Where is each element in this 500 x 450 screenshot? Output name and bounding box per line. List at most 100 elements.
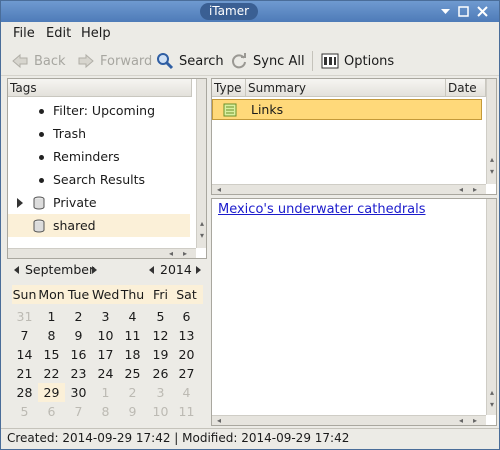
scroll-up-icon[interactable]: ▴ (487, 388, 497, 398)
scroll-right-icon[interactable]: ▸ (180, 249, 190, 259)
date-column-header[interactable]: Date (446, 79, 486, 97)
calendar-day[interactable]: 4 (119, 307, 146, 326)
calendar-day[interactable]: 18 (119, 345, 146, 364)
calendar-day[interactable]: 8 (38, 326, 65, 345)
tag-reminders[interactable]: Reminders (8, 145, 190, 168)
calendar-day[interactable]: 4 (173, 383, 200, 402)
content-link[interactable]: Mexico's underwater cathedrals (218, 202, 426, 217)
calendar-day[interactable]: 28 (11, 383, 38, 402)
calendar-day[interactable]: 7 (65, 402, 92, 421)
scroll-down-icon[interactable]: ▾ (197, 231, 207, 241)
calendar-day[interactable]: 8 (92, 402, 119, 421)
calendar-day[interactable]: 9 (65, 326, 92, 345)
calendar-day[interactable]: 19 (147, 345, 174, 364)
tag-private[interactable]: Private (8, 191, 190, 214)
calendar-day[interactable]: 29 (38, 383, 65, 402)
scroll-left-icon[interactable]: ◂ (214, 416, 224, 426)
calendar-day[interactable]: 11 (119, 326, 146, 345)
prev-month-icon[interactable] (14, 266, 19, 274)
scroll-left-icon[interactable]: ◂ (166, 249, 176, 259)
search-button[interactable]: Search (156, 52, 224, 70)
calendar-day[interactable]: 15 (38, 345, 65, 364)
expand-arrow-icon[interactable] (17, 198, 23, 208)
forward-button[interactable]: Forward (77, 52, 152, 70)
calendar-day[interactable]: 6 (173, 307, 200, 326)
tag-trash[interactable]: Trash (8, 122, 190, 145)
calendar-day[interactable]: 2 (65, 307, 92, 326)
calendar-day[interactable]: 16 (65, 345, 92, 364)
summary-column-header[interactable]: Summary (246, 79, 446, 97)
calendar-year: 2014 (160, 262, 192, 277)
calendar-day[interactable]: 14 (11, 345, 38, 364)
tags-column-header[interactable]: Tags (8, 79, 192, 97)
calendar-day[interactable]: 21 (11, 364, 38, 383)
calendar-day[interactable]: 26 (147, 364, 174, 383)
scroll-right-icon[interactable]: ▸ (470, 185, 480, 195)
calendar-day[interactable]: 10 (92, 326, 119, 345)
minimize-button[interactable] (438, 4, 453, 19)
calendar-day[interactable]: 10 (147, 402, 174, 421)
title-bar[interactable]: iTamer (1, 1, 499, 22)
calendar-day[interactable]: 23 (65, 364, 92, 383)
calendar-day[interactable]: 12 (147, 326, 174, 345)
notes-horizontal-scrollbar[interactable]: ◂ ◂ ▸ (212, 184, 486, 194)
calendar-day[interactable]: 5 (11, 402, 38, 421)
calendar-day[interactable]: 17 (92, 345, 119, 364)
tag-label: Search Results (53, 172, 146, 187)
calendar-day[interactable]: 24 (92, 364, 119, 383)
tag-filter-upcoming[interactable]: Filter: Upcoming (8, 99, 190, 122)
menu-help[interactable]: Help (81, 26, 111, 41)
calendar-day[interactable]: 31 (11, 307, 38, 326)
window-title: iTamer (200, 3, 258, 20)
toolbar: Back Forward Search Sync All Options (1, 46, 499, 76)
calendar-day[interactable]: 25 (119, 364, 146, 383)
notes-vertical-scrollbar[interactable]: ▴ ▾ (486, 79, 496, 184)
note-summary: Links (251, 102, 284, 117)
note-row[interactable]: Links (212, 99, 482, 120)
scroll-up-icon[interactable]: ▴ (197, 219, 207, 229)
calendar-day[interactable]: 1 (92, 383, 119, 402)
menu-edit[interactable]: Edit (46, 26, 71, 41)
options-button[interactable]: Options (321, 52, 394, 70)
calendar-month: September (25, 262, 95, 277)
calendar-day[interactable]: 3 (147, 383, 174, 402)
calendar-day[interactable]: 11 (173, 402, 200, 421)
search-icon (157, 53, 174, 70)
maximize-button[interactable] (456, 4, 471, 19)
notes-list-panel: Type Summary Date Links ▴ ▾ ◂ ◂ ▸ (211, 78, 497, 195)
calendar-day[interactable]: 30 (65, 383, 92, 402)
menu-file[interactable]: File (13, 26, 35, 41)
calendar-day[interactable]: 3 (92, 307, 119, 326)
tags-horizontal-scrollbar[interactable]: ◂ ▸ (8, 248, 196, 258)
calendar-day[interactable]: 5 (147, 307, 174, 326)
search-label: Search (179, 53, 224, 69)
calendar-day[interactable]: 13 (173, 326, 200, 345)
tags-vertical-scrollbar[interactable]: ▴ ▾ (196, 79, 206, 248)
calendar-day[interactable]: 1 (38, 307, 65, 326)
scroll-right-icon[interactable]: ◂ (456, 185, 466, 195)
calendar-day[interactable]: 6 (38, 402, 65, 421)
sync-all-button[interactable]: Sync All (230, 52, 305, 70)
type-column-header[interactable]: Type (212, 79, 246, 97)
close-button[interactable] (475, 4, 490, 19)
scroll-up-icon[interactable]: ▴ (487, 155, 497, 165)
scroll-down-icon[interactable]: ▾ (487, 167, 497, 177)
next-year-icon[interactable] (196, 266, 201, 274)
back-button[interactable]: Back (11, 52, 66, 70)
scroll-right-icon[interactable]: ◂ (456, 416, 466, 426)
calendar-day[interactable]: 27 (173, 364, 200, 383)
next-month-icon[interactable] (92, 266, 97, 274)
calendar-day[interactable]: 2 (119, 383, 146, 402)
tag-shared[interactable]: shared (8, 214, 190, 237)
calendar-day[interactable]: 9 (119, 402, 146, 421)
scroll-down-icon[interactable]: ▾ (487, 400, 497, 410)
calendar-day[interactable]: 7 (11, 326, 38, 345)
calendar-day[interactable]: 22 (38, 364, 65, 383)
scroll-right-icon[interactable]: ▸ (470, 416, 480, 426)
tag-search-results[interactable]: Search Results (8, 168, 190, 191)
content-horizontal-scrollbar[interactable]: ◂ ◂ ▸ (212, 415, 486, 425)
content-vertical-scrollbar[interactable]: ▴ ▾ (486, 199, 496, 415)
scroll-left-icon[interactable]: ◂ (214, 185, 224, 195)
calendar-day[interactable]: 20 (173, 345, 200, 364)
prev-year-icon[interactable] (149, 266, 154, 274)
